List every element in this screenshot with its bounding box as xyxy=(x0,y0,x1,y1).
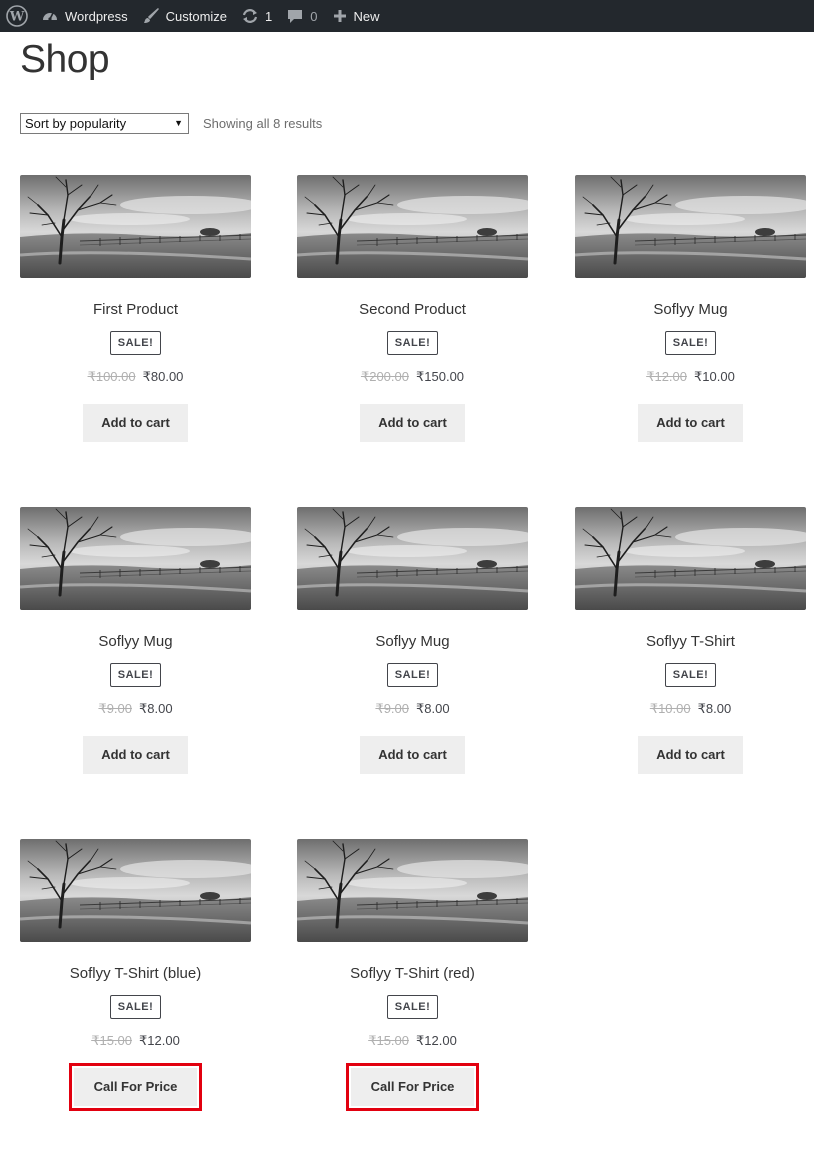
product-title[interactable]: First Product xyxy=(20,300,251,320)
admin-bar: W Wordpress Customize 1 0 New xyxy=(0,0,814,32)
regular-price: ₹9.00 xyxy=(375,701,409,716)
regular-price: ₹9.00 xyxy=(98,701,132,716)
sale-badge: SALE! xyxy=(386,995,439,1019)
comments-count: 0 xyxy=(310,8,318,24)
product-title[interactable]: Second Product xyxy=(297,300,528,320)
updates-count: 1 xyxy=(265,8,273,24)
product-price: ₹15.00 ₹12.00 xyxy=(20,1032,251,1050)
product-title[interactable]: Soflyy T-Shirt (red) xyxy=(297,964,528,984)
wordpress-logo-icon: W xyxy=(6,5,28,27)
updates-icon xyxy=(242,9,258,23)
product-price: ₹10.00 ₹8.00 xyxy=(575,700,806,718)
sale-badge: SALE! xyxy=(386,331,439,355)
product-price: ₹15.00 ₹12.00 xyxy=(297,1032,528,1050)
product-image[interactable] xyxy=(20,507,251,610)
sale-price: ₹10.00 xyxy=(694,369,735,384)
product-card: First Product SALE! ₹100.00 ₹80.00 Add to… xyxy=(20,175,251,442)
sale-price: ₹150.00 xyxy=(416,369,465,384)
sale-price: ₹8.00 xyxy=(139,701,173,716)
product-price: ₹100.00 ₹80.00 xyxy=(20,368,251,386)
sale-badge: SALE! xyxy=(386,663,439,687)
sale-price: ₹8.00 xyxy=(416,701,450,716)
product-card: Soflyy T-Shirt (blue) SALE! ₹15.00 ₹12.00… xyxy=(20,839,251,1111)
dashboard-icon xyxy=(43,12,57,21)
sort-select[interactable]: Sort by popularity ▼ xyxy=(20,112,189,134)
site-name-menu[interactable]: Wordpress xyxy=(34,0,135,32)
product-title[interactable]: Soflyy Mug xyxy=(20,632,251,652)
product-price: ₹200.00 ₹150.00 xyxy=(297,368,528,386)
updates-link[interactable]: 1 xyxy=(234,0,279,32)
product-title[interactable]: Soflyy Mug xyxy=(297,632,528,652)
comment-icon xyxy=(288,10,303,23)
regular-price: ₹15.00 xyxy=(91,1033,132,1048)
call-for-price-button[interactable]: Call For Price xyxy=(345,1063,480,1111)
product-card: Soflyy Mug SALE! ₹9.00 ₹8.00 Add to cart xyxy=(20,507,251,774)
new-content-menu[interactable]: New xyxy=(325,0,387,32)
customize-link[interactable]: Customize xyxy=(135,0,234,32)
product-image[interactable] xyxy=(297,839,528,942)
sale-badge: SALE! xyxy=(664,663,717,687)
product-price: ₹9.00 ₹8.00 xyxy=(20,700,251,718)
add-to-cart-button[interactable]: Add to cart xyxy=(83,404,188,442)
sale-price: ₹80.00 xyxy=(142,369,184,384)
add-to-cart-button[interactable]: Add to cart xyxy=(638,736,743,774)
call-for-price-button[interactable]: Call For Price xyxy=(68,1063,203,1111)
product-image[interactable] xyxy=(297,175,528,278)
regular-price: ₹200.00 xyxy=(360,369,409,384)
paintbrush-icon xyxy=(143,8,159,23)
sale-badge: SALE! xyxy=(109,995,162,1019)
sale-badge: SALE! xyxy=(109,331,162,355)
add-to-cart-button[interactable]: Add to cart xyxy=(638,404,743,442)
sort-selected-value: Sort by popularity xyxy=(25,115,127,131)
product-card: Soflyy Mug SALE! ₹12.00 ₹10.00 Add to car… xyxy=(575,175,806,442)
product-card: Soflyy T-Shirt SALE! ₹10.00 ₹8.00 Add to … xyxy=(575,507,806,774)
product-image[interactable] xyxy=(297,507,528,610)
new-label: New xyxy=(353,8,380,24)
comments-link[interactable]: 0 xyxy=(279,0,324,32)
sale-badge: SALE! xyxy=(664,331,717,355)
sale-price: ₹12.00 xyxy=(139,1033,180,1048)
product-image[interactable] xyxy=(575,507,806,610)
svg-text:W: W xyxy=(9,10,25,25)
product-title[interactable]: Soflyy Mug xyxy=(575,300,806,320)
product-image[interactable] xyxy=(575,175,806,278)
add-to-cart-button[interactable]: Add to cart xyxy=(83,736,188,774)
product-image[interactable] xyxy=(20,839,251,942)
product-card: Soflyy Mug SALE! ₹9.00 ₹8.00 Add to cart xyxy=(297,507,528,774)
product-price: ₹9.00 ₹8.00 xyxy=(297,700,528,718)
product-title[interactable]: Soflyy T-Shirt (blue) xyxy=(20,964,251,984)
dropdown-caret-icon: ▼ xyxy=(174,118,183,128)
sale-badge: SALE! xyxy=(109,663,162,687)
regular-price: ₹100.00 xyxy=(87,369,136,384)
product-image[interactable] xyxy=(20,175,251,278)
regular-price: ₹10.00 xyxy=(649,701,691,716)
sale-price: ₹12.00 xyxy=(416,1033,457,1048)
add-to-cart-button[interactable]: Add to cart xyxy=(360,404,465,442)
regular-price: ₹12.00 xyxy=(646,369,687,384)
customize-label: Customize xyxy=(165,8,228,24)
plus-icon xyxy=(333,10,346,22)
product-card: Second Product SALE! ₹200.00 ₹150.00 Add … xyxy=(297,175,528,442)
page-title: Shop xyxy=(20,38,110,81)
result-count: Showing all 8 results xyxy=(203,115,323,131)
site-name-label: Wordpress xyxy=(65,8,128,24)
regular-price: ₹15.00 xyxy=(368,1033,409,1048)
shop-toolbar: Sort by popularity ▼ Showing all 8 resul… xyxy=(20,112,322,134)
sale-price: ₹8.00 xyxy=(697,701,732,716)
add-to-cart-button[interactable]: Add to cart xyxy=(360,736,465,774)
wordpress-logo-button[interactable]: W xyxy=(0,0,34,32)
product-card: Soflyy T-Shirt (red) SALE! ₹15.00 ₹12.00 … xyxy=(297,839,528,1111)
product-title[interactable]: Soflyy T-Shirt xyxy=(575,632,806,652)
product-price: ₹12.00 ₹10.00 xyxy=(575,368,806,386)
